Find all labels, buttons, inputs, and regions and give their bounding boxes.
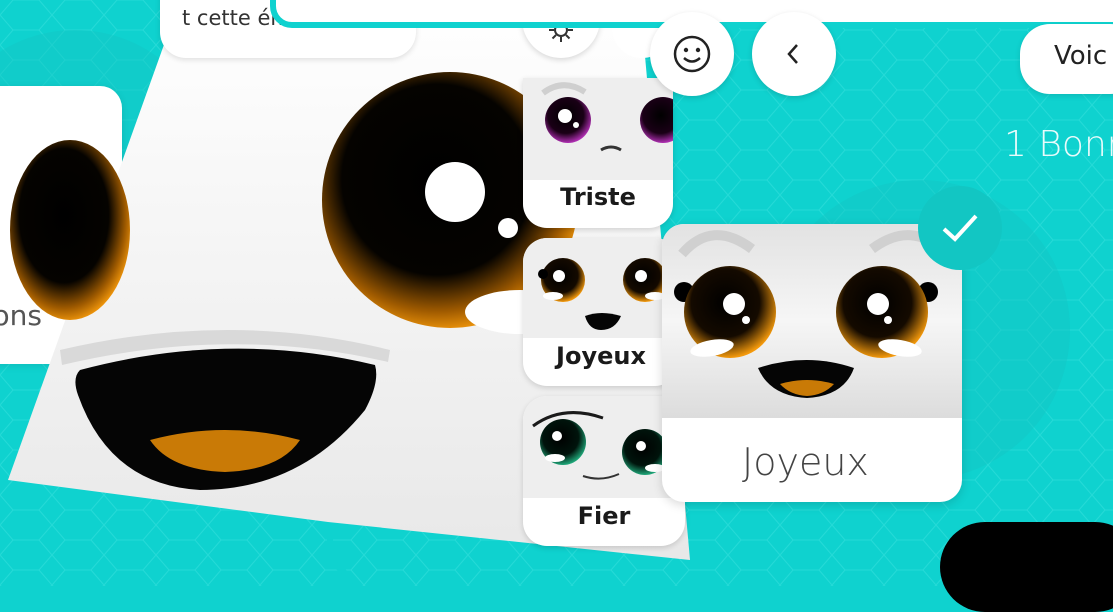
- score-counter: 1 Bonn: [1004, 124, 1113, 165]
- fier-face-icon: [523, 396, 685, 498]
- selected-joyeux-face-icon: [662, 224, 962, 418]
- emotion-label-triste: Triste: [560, 183, 636, 211]
- checkmark-icon: [942, 214, 978, 242]
- voice-button-label: Voic: [1054, 41, 1108, 71]
- emotion-label-fier: Fier: [577, 502, 631, 530]
- emotion-card-fier[interactable]: Fier: [523, 396, 685, 546]
- smiley-face-icon: [673, 35, 711, 73]
- selected-emotion-label: Joyeux: [742, 440, 869, 484]
- selected-emotion-card[interactable]: Joyeux: [662, 224, 962, 502]
- next-button[interactable]: [940, 522, 1113, 612]
- emotion-label-joyeux: Joyeux: [556, 342, 646, 370]
- joyeux-face-icon: [523, 238, 679, 338]
- emoji-button[interactable]: [650, 12, 734, 96]
- selected-check-badge: [918, 186, 1002, 270]
- emotion-card-joyeux[interactable]: Joyeux: [523, 238, 679, 386]
- big-left-eye: [10, 140, 130, 320]
- triste-face-icon: [523, 78, 673, 180]
- emotion-card-triste[interactable]: Triste: [523, 78, 673, 228]
- voice-button[interactable]: Voic: [1020, 24, 1113, 94]
- chevron-left-icon: [787, 44, 798, 64]
- back-button[interactable]: [752, 12, 836, 96]
